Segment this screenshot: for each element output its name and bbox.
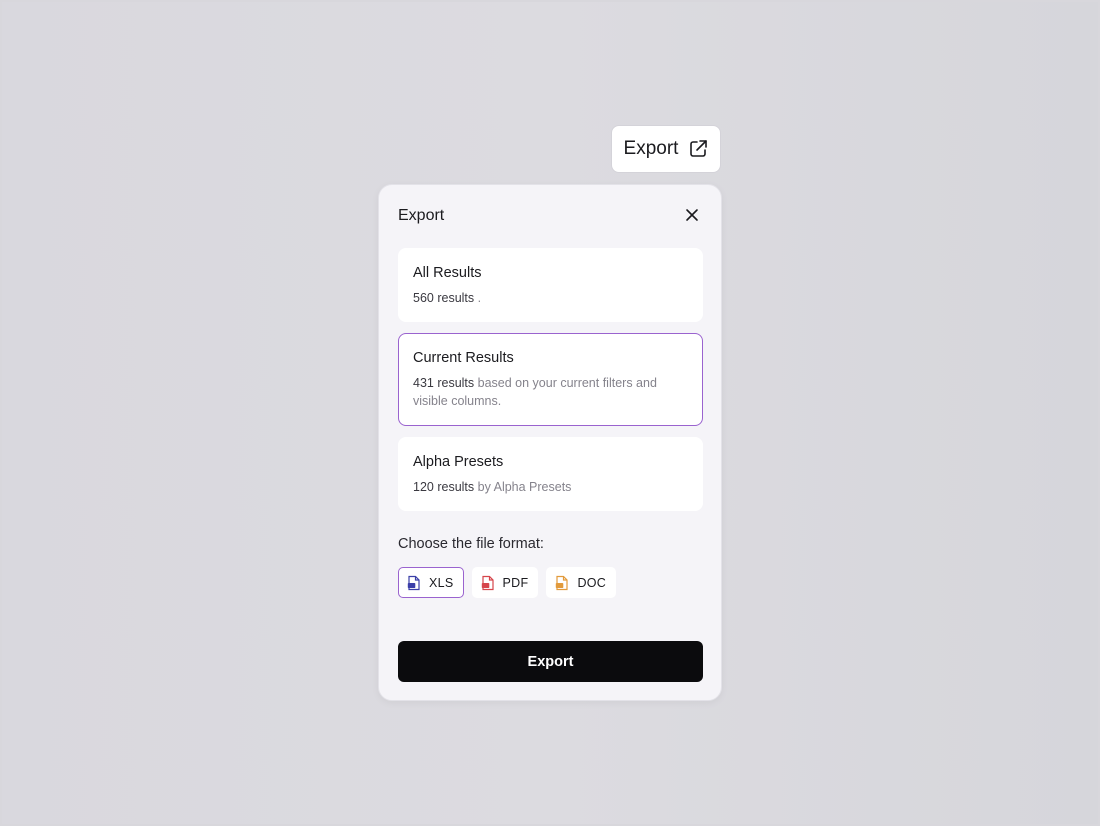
export-trigger-button[interactable]: Export <box>611 125 721 173</box>
external-link-icon <box>690 140 708 157</box>
xls-file-icon <box>407 575 420 590</box>
format-doc-button[interactable]: DOC <box>546 567 617 598</box>
option-description: 560 results . <box>413 289 688 307</box>
dialog-title: Export <box>398 207 445 224</box>
export-button[interactable]: Export <box>398 641 703 682</box>
format-pdf-button[interactable]: PDF <box>471 567 539 598</box>
format-xls-button[interactable]: XLS <box>398 567 464 598</box>
option-detail: . <box>474 291 482 305</box>
option-count: 431 results <box>413 376 475 390</box>
option-title: Alpha Presets <box>413 454 504 470</box>
option-title: All Results <box>413 265 482 281</box>
export-trigger-label: Export <box>623 138 679 159</box>
pdf-file-icon <box>481 575 494 590</box>
option-detail: by Alpha Presets <box>474 480 572 494</box>
format-label-xls: XLS <box>429 575 454 590</box>
option-title: Current Results <box>413 350 514 366</box>
option-all-results[interactable]: All Results 560 results . <box>398 248 703 322</box>
format-label-pdf: PDF <box>502 575 529 590</box>
format-options: XLS PDF DOC <box>398 567 617 598</box>
format-label-doc: DOC <box>577 575 607 590</box>
option-alpha-presets[interactable]: Alpha Presets 120 results by Alpha Prese… <box>398 437 703 511</box>
option-count: 120 results <box>413 480 475 494</box>
doc-file-icon <box>556 575 569 590</box>
option-count: 560 results <box>413 291 475 305</box>
option-description: 120 results by Alpha Presets <box>413 478 688 496</box>
close-icon[interactable] <box>684 207 700 223</box>
format-label: Choose the file format: <box>398 536 544 552</box>
export-dialog: Export All Results 560 results . Current… <box>378 184 722 701</box>
option-current-results[interactable]: Current Results 431 results based on you… <box>398 333 703 426</box>
option-description: 431 results based on your current filter… <box>413 374 688 410</box>
